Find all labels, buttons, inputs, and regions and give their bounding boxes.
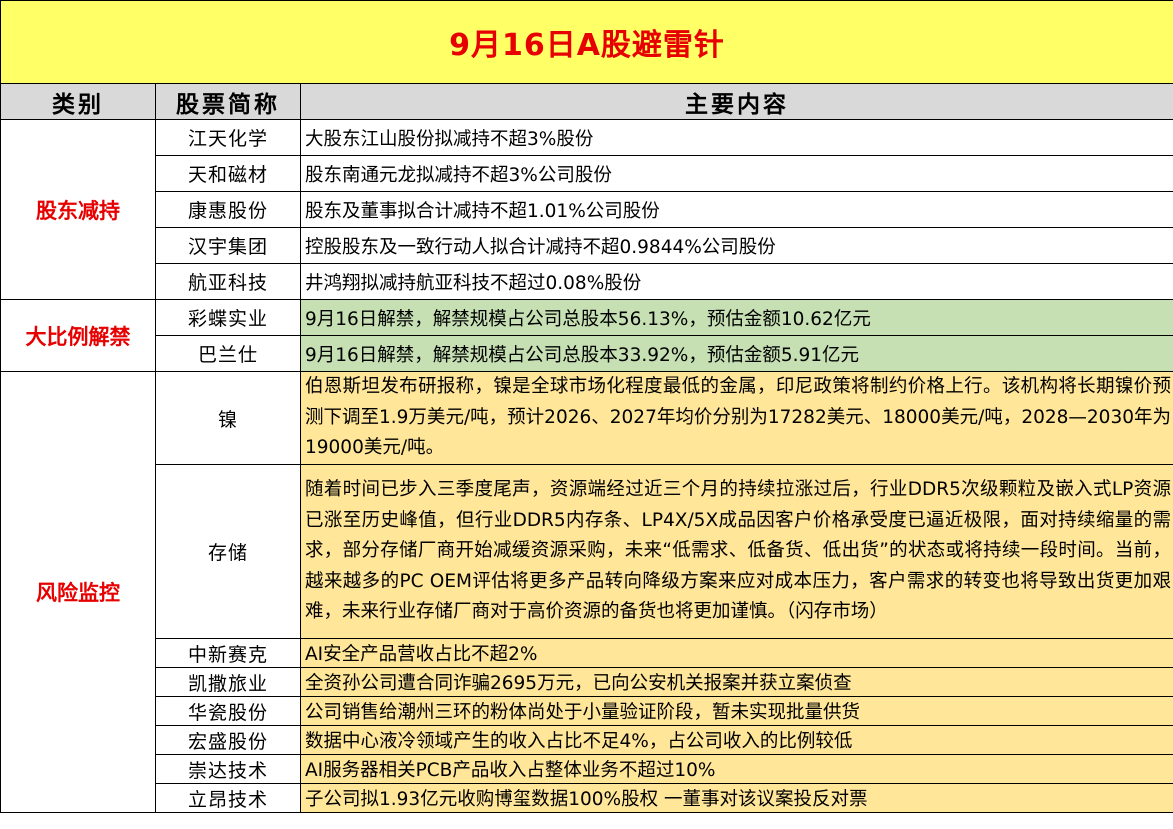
table-row: 股东减持 江天化学 大股东江山股份拟减持不超3%股份	[0, 119, 1173, 300]
table-row: 立昂技术 子公司拟1.93亿元收购博玺数据100%股权 一董事对该议案投反对票	[1, 783, 1173, 813]
row-content: 股东南通元龙拟减持不超3%公司股份	[300, 155, 1173, 192]
row-content: 控股股东及一致行动人拟合计减持不超0.9844%公司股份	[300, 227, 1173, 264]
row-content: 井鸿翔拟减持航亚科技不超过0.08%股份	[300, 263, 1173, 300]
table-row: 宏盛股份 数据中心液冷领域产生的收入占比不足4%，占公司收入的比例较低	[1, 725, 1173, 755]
stock-name: 中新赛克	[155, 638, 301, 668]
table-row: 凯撒旅业 全资孙公司遭合同诈骗2695万元，已向公安机关报案并获立案侦查	[1, 667, 1173, 697]
stock-name: 汉宇集团	[155, 227, 301, 264]
header-category: 类别	[0, 83, 156, 120]
stock-name: 立昂技术	[155, 783, 301, 813]
stock-name: 康惠股份	[155, 191, 301, 228]
row-content: 大股东江山股份拟减持不超3%股份	[300, 119, 1173, 156]
row-content: 数据中心液冷领域产生的收入占比不足4%，占公司收入的比例较低	[300, 725, 1173, 755]
stock-name: 宏盛股份	[155, 725, 301, 755]
stock-name: 华瓷股份	[155, 696, 301, 726]
header-row: 类别 股票简称 主要内容	[0, 83, 1173, 120]
row-content: 全资孙公司遭合同诈骗2695万元，已向公安机关报案并获立案侦查	[300, 667, 1173, 697]
table-row: 中新赛克 AI安全产品营收占比不超2%	[1, 638, 1173, 668]
table-row: 天和磁材 股东南通元龙拟减持不超3%公司股份	[1, 155, 1173, 192]
category-risk: 风险监控	[0, 371, 156, 813]
header-content: 主要内容	[300, 83, 1173, 120]
table-row: 崇达技术 AI服务器相关PCB产品收入占整体业务不超过10%	[1, 754, 1173, 784]
category-reduce: 股东减持	[0, 119, 156, 300]
stock-name: 存储	[155, 464, 301, 639]
table-row: 巴兰仕 9月16日解禁，解禁规模占公司总股本33.92%，预估金额5.91亿元	[1, 335, 1173, 372]
table-row: 航亚科技 井鸿翔拟减持航亚科技不超过0.08%股份	[1, 263, 1173, 300]
row-content: 9月16日解禁，解禁规模占公司总股本56.13%，预估金额10.62亿元	[300, 299, 1173, 336]
table-row: 汉宇集团 控股股东及一致行动人拟合计减持不超0.9844%公司股份	[1, 227, 1173, 264]
row-content: 子公司拟1.93亿元收购博玺数据100%股权 一董事对该议案投反对票	[300, 783, 1173, 813]
table-row: 大比例解禁 彩蝶实业 9月16日解禁，解禁规模占公司总股本56.13%，预估金额…	[0, 299, 1173, 372]
stock-name: 巴兰仕	[155, 335, 301, 372]
row-content: AI安全产品营收占比不超2%	[300, 638, 1173, 668]
title-row: 9月16日A股避雷针	[0, 0, 1173, 84]
stock-name: 崇达技术	[155, 754, 301, 784]
table-row: 存储 随着时间已步入三季度尾声，资源端经过近三个月的持续拉涨过后，行业DDR5次…	[1, 464, 1173, 639]
table-row: 康惠股份 股东及董事拟合计减持不超1.01%公司股份	[1, 191, 1173, 228]
stock-name: 凯撒旅业	[155, 667, 301, 697]
table-row: 风险监控 镍 伯恩斯坦发布研报称，镍是全球市场化程度最低的金属，印尼政策将制约价…	[0, 371, 1173, 813]
table-row: 华瓷股份 公司销售给潮州三环的粉体尚处于小量验证阶段，暂未实现批量供货	[1, 696, 1173, 726]
stock-name: 天和磁材	[155, 155, 301, 192]
row-content: 公司销售给潮州三环的粉体尚处于小量验证阶段，暂未实现批量供货	[300, 696, 1173, 726]
row-content: 股东及董事拟合计减持不超1.01%公司股份	[300, 191, 1173, 228]
row-content: 伯恩斯坦发布研报称，镍是全球市场化程度最低的金属，印尼政策将制约价格上行。该机构…	[300, 371, 1173, 465]
stock-name: 航亚科技	[155, 263, 301, 300]
page-title: 9月16日A股避雷针	[0, 0, 1173, 84]
header-stock: 股票简称	[155, 83, 301, 120]
stock-name: 镍	[155, 371, 301, 465]
stock-name: 彩蝶实业	[155, 299, 301, 336]
row-content: AI服务器相关PCB产品收入占整体业务不超过10%	[300, 754, 1173, 784]
risk-table: 9月16日A股避雷针 类别 股票简称 主要内容 股东减持 江天化学 大股东江山股…	[0, 0, 1173, 813]
row-content: 随着时间已步入三季度尾声，资源端经过近三个月的持续拉涨过后，行业DDR5次级颗粒…	[300, 464, 1173, 639]
category-unlock: 大比例解禁	[0, 299, 156, 372]
row-content: 9月16日解禁，解禁规模占公司总股本33.92%，预估金额5.91亿元	[300, 335, 1173, 372]
stock-name: 江天化学	[155, 119, 301, 156]
